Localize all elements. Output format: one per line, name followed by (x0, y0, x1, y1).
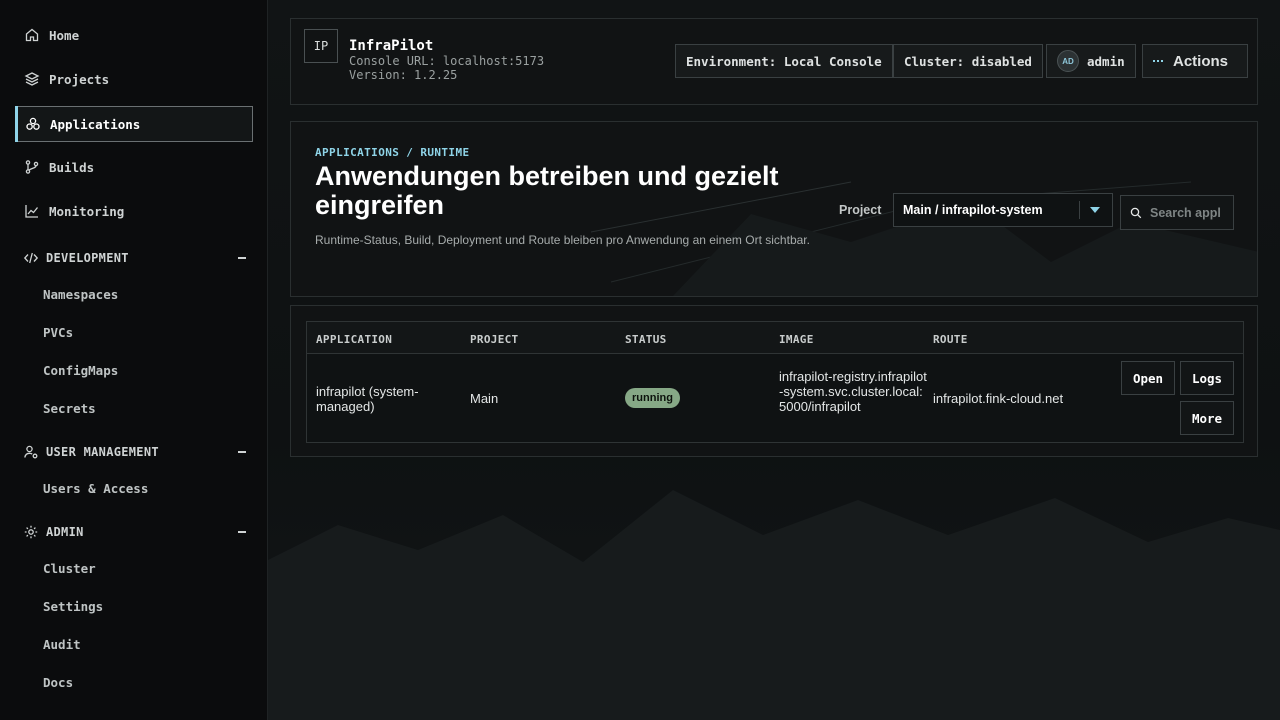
search-icon (1130, 207, 1142, 219)
app-logo: IP (304, 29, 338, 63)
search-input[interactable] (1150, 205, 1220, 220)
sidebar: Home Projects Applications Builds Monito… (0, 0, 268, 720)
sidebar-item-projects[interactable]: Projects (15, 61, 253, 97)
cell-project: Main (470, 391, 499, 406)
minus-icon[interactable] (238, 451, 246, 453)
logs-button[interactable]: Logs (1180, 361, 1234, 395)
applications-table-panel: APPLICATION PROJECT STATUS IMAGE ROUTE i… (290, 305, 1258, 457)
app-title: InfraPilot (349, 38, 434, 54)
app-version: Version: 1.2.25 (349, 68, 458, 82)
cell-application: infrapilot (system-managed) (316, 384, 419, 414)
sidebar-item-settings[interactable]: Settings (43, 595, 103, 617)
sidebar-item-pvcs[interactable]: PVCs (43, 321, 73, 343)
project-label: Project (839, 203, 882, 217)
more-button[interactable]: More (1180, 401, 1234, 435)
section-admin[interactable]: ADMIN (22, 520, 246, 544)
sidebar-item-label: Builds (49, 159, 95, 175)
user-gear-icon (22, 443, 40, 461)
sidebar-item-builds[interactable]: Builds (15, 149, 253, 185)
section-label: USER MANAGEMENT (46, 445, 159, 459)
gear-icon (22, 523, 40, 541)
minus-icon[interactable] (238, 531, 246, 533)
project-select-value: Main / infrapilot-system (903, 203, 1043, 217)
page-subtitle: Runtime-Status, Build, Deployment und Ro… (315, 233, 810, 247)
user-menu[interactable]: AD admin (1046, 44, 1136, 78)
actions-label: Actions (1173, 52, 1229, 70)
section-user-management[interactable]: USER MANAGEMENT (22, 440, 246, 464)
page-title: Anwendungen betreiben und gezielt eingre… (315, 161, 779, 220)
table-header: APPLICATION PROJECT STATUS IMAGE ROUTE (307, 322, 1243, 354)
actions-button[interactable]: Actions (1142, 44, 1248, 78)
environment-chip[interactable]: Environment: Local Console (675, 44, 893, 78)
sidebar-item-label: Home (49, 27, 80, 43)
chevron-down-icon (1090, 207, 1100, 213)
section-label: DEVELOPMENT (46, 251, 129, 265)
sidebar-item-home[interactable]: Home (15, 17, 253, 53)
sidebar-item-configmaps[interactable]: ConfigMaps (43, 359, 118, 381)
section-development[interactable]: DEVELOPMENT (22, 246, 246, 270)
applications-table: APPLICATION PROJECT STATUS IMAGE ROUTE i… (306, 321, 1244, 443)
status-badge: running (625, 388, 680, 408)
cluster-chip[interactable]: Cluster: disabled (893, 44, 1043, 78)
apps-icon (24, 115, 42, 133)
sidebar-item-docs[interactable]: Docs (43, 671, 73, 693)
column-application: APPLICATION (316, 333, 393, 346)
column-project: PROJECT (470, 333, 519, 346)
sidebar-item-monitoring[interactable]: Monitoring (15, 193, 253, 229)
project-select[interactable]: Main / infrapilot-system (893, 193, 1113, 227)
minus-icon[interactable] (238, 257, 246, 259)
sidebar-item-cluster[interactable]: Cluster (43, 557, 96, 579)
sidebar-item-label: Monitoring (49, 203, 125, 219)
environment-label: Environment: Local Console (686, 53, 882, 69)
sidebar-item-audit[interactable]: Audit (43, 633, 81, 655)
column-image: IMAGE (779, 333, 814, 346)
search-box[interactable] (1120, 195, 1234, 230)
sidebar-item-users-access[interactable]: Users & Access (43, 477, 148, 499)
app-header: IP InfraPilot Console URL: localhost:517… (290, 18, 1258, 105)
cell-image: infrapilot-registry.infrapilot-system.sv… (779, 369, 927, 414)
breadcrumb: APPLICATIONS / RUNTIME (315, 146, 470, 159)
mountain-background (268, 490, 1280, 720)
sidebar-item-applications[interactable]: Applications (15, 106, 253, 142)
layers-icon (23, 70, 41, 88)
sidebar-item-secrets[interactable]: Secrets (43, 397, 96, 419)
chart-line-icon (23, 202, 41, 220)
sidebar-item-label: Projects (49, 71, 110, 87)
console-url: Console URL: localhost:5173 (349, 54, 545, 68)
cell-route: infrapilot.fink-cloud.net (933, 391, 1064, 406)
cluster-label: Cluster: disabled (904, 53, 1032, 69)
home-icon (23, 26, 41, 44)
sidebar-item-namespaces[interactable]: Namespaces (43, 283, 118, 305)
main-content: IP InfraPilot Console URL: localhost:517… (268, 0, 1280, 720)
more-horizontal-icon (1153, 60, 1163, 62)
hero-panel: APPLICATIONS / RUNTIME Anwendungen betre… (290, 121, 1258, 297)
code-icon (22, 249, 40, 267)
avatar: AD (1057, 50, 1079, 72)
sidebar-item-label: Applications (50, 116, 141, 132)
select-divider (1079, 201, 1080, 219)
git-branch-icon (23, 158, 41, 176)
column-status: STATUS (625, 333, 667, 346)
open-button[interactable]: Open (1121, 361, 1175, 395)
user-name: admin (1087, 53, 1125, 69)
column-route: ROUTE (933, 333, 968, 346)
section-label: ADMIN (46, 525, 84, 539)
